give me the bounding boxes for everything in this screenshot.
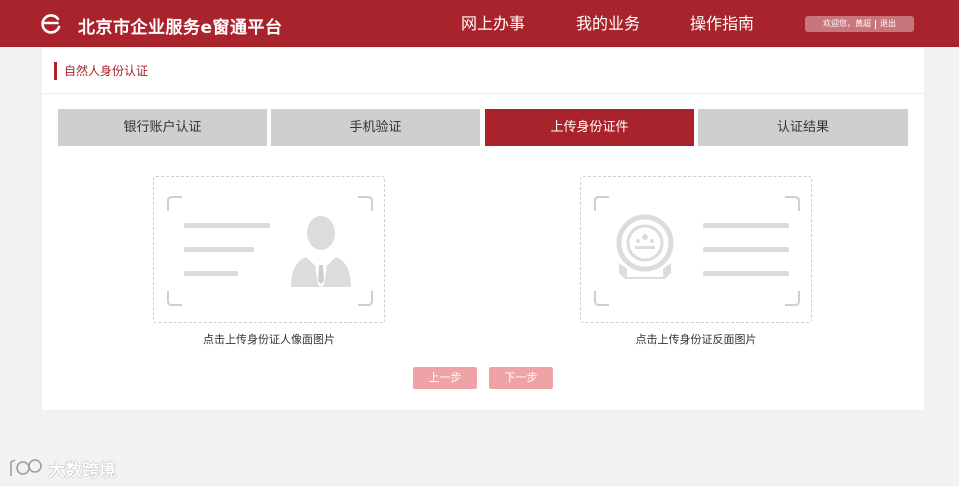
watermark: 大数跨境 bbox=[8, 455, 116, 481]
user-box: 欢迎您，黄超 退出 bbox=[805, 16, 914, 32]
top-bar: 北京市企业服务e窗通平台 网上办事 我的业务 操作指南 欢迎您，黄超 退出 bbox=[0, 0, 959, 47]
nav-guide[interactable]: 操作指南 bbox=[690, 10, 754, 34]
section-title: 自然人身份认证 bbox=[64, 64, 149, 78]
e-logo-icon bbox=[41, 14, 61, 34]
prev-step-button[interactable]: 上一步 bbox=[413, 367, 477, 389]
tab-upload-id[interactable]: 上传身份证件 bbox=[485, 109, 694, 146]
watermark-logo-icon bbox=[10, 459, 42, 476]
site-title: 北京市企业服务e窗通平台 bbox=[78, 18, 283, 38]
id-back-icon bbox=[594, 196, 800, 306]
section-header: 自然人身份认证 bbox=[42, 48, 924, 94]
next-step-button[interactable]: 下一步 bbox=[489, 367, 553, 389]
id-front-upload[interactable] bbox=[153, 176, 385, 323]
id-front-icon bbox=[167, 196, 373, 306]
welcome-text: 欢迎您，黄超 bbox=[823, 19, 871, 28]
tab-phone-verify[interactable]: 手机验证 bbox=[271, 109, 480, 146]
main-panel: 自然人身份认证 银行账户认证 手机验证 上传身份证件 认证结果 点击上传身份证人… bbox=[42, 48, 924, 410]
id-front-caption: 点击上传身份证人像面图片 bbox=[203, 333, 335, 346]
id-back-upload[interactable] bbox=[580, 176, 812, 323]
watermark-text: 大数跨境 bbox=[48, 460, 116, 481]
tab-result[interactable]: 认证结果 bbox=[698, 109, 908, 146]
nav-online-services[interactable]: 网上办事 bbox=[461, 10, 525, 34]
id-back-caption: 点击上传身份证反面图片 bbox=[635, 333, 757, 346]
tab-bank-account[interactable]: 银行账户认证 bbox=[58, 109, 267, 146]
nav-my-business[interactable]: 我的业务 bbox=[576, 10, 640, 34]
section-accent-bar bbox=[54, 62, 57, 80]
logout-link[interactable]: 退出 bbox=[880, 16, 896, 32]
divider bbox=[875, 19, 876, 29]
